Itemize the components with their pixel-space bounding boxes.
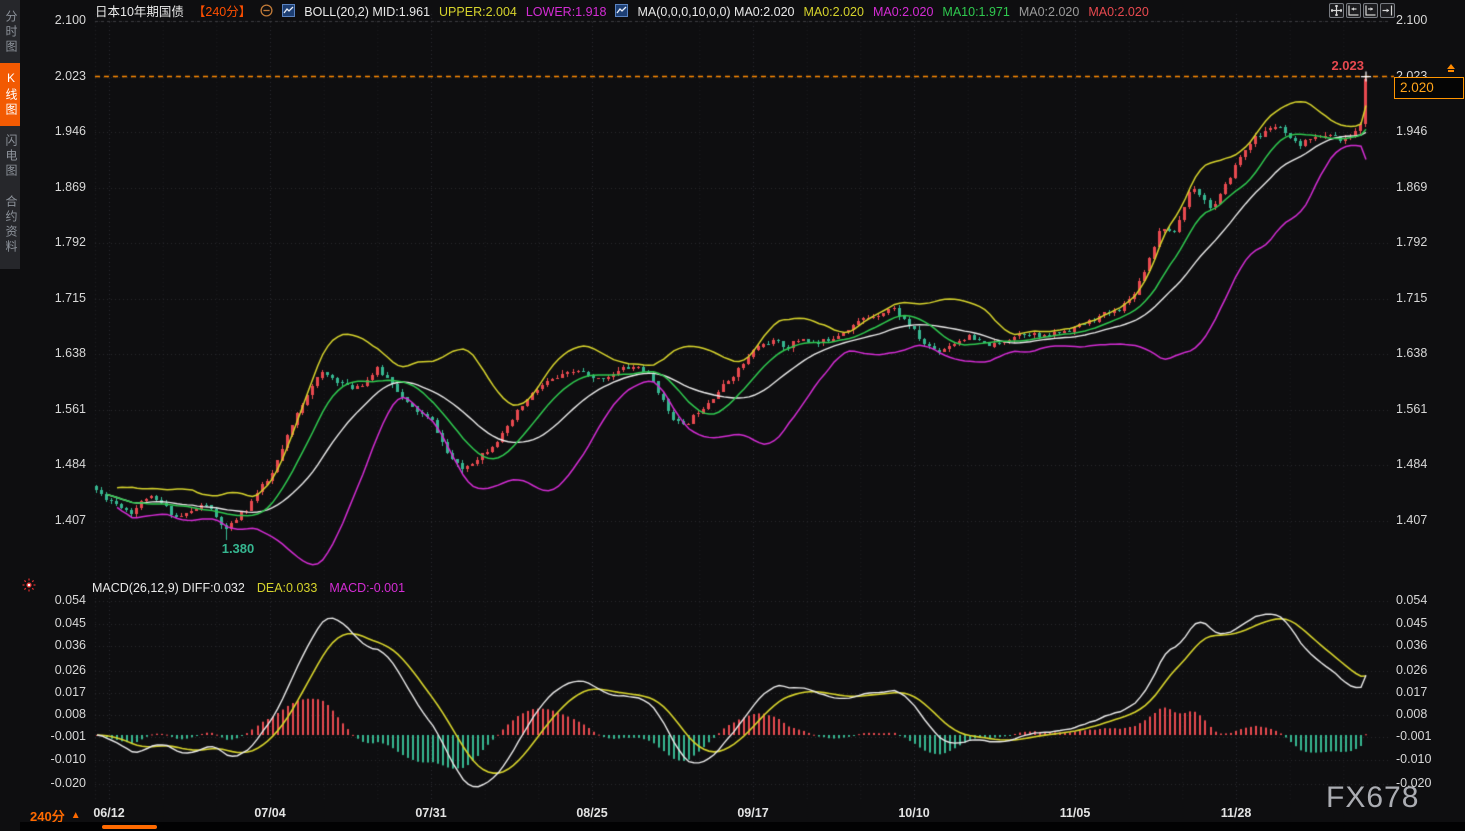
sidebar-item-flash-chart[interactable]: 闪电图 [0,126,20,187]
macd-tick-right: 0.017 [1396,685,1460,699]
macd-indicator-value: MACD(26,12,9) DIFF:0.032 [92,581,245,595]
macd-tick-right: 0.054 [1396,593,1460,607]
macd-indicator-value: DEA:0.033 [257,581,317,595]
price-tick-left: 2.023 [22,69,86,83]
macd-flash-icon [22,578,36,597]
date-tick: 06/12 [74,806,144,820]
macd-tick-left: -0.020 [22,776,86,790]
indicator-header: 日本10年期国债【240分】 BOLL(20,2) MID:1.961 UPPER:… [95,4,1149,20]
price-tick-left: 1.946 [22,124,86,138]
macd-tick-right: -0.010 [1396,752,1460,766]
macd-tick-right: -0.001 [1396,729,1460,743]
price-tick-left: 1.792 [22,235,86,249]
price-tick-right: 2.100 [1396,13,1460,27]
date-tick: 07/31 [396,806,466,820]
sidebar-strip: 分时图K线图闪电图合约资料 [0,0,20,269]
jump-latest-button[interactable] [1380,3,1395,18]
macd-tick-left: 0.036 [22,638,86,652]
indicator-chart-icon [282,4,295,20]
date-tick: 08/25 [557,806,627,820]
scrollbar-thumb[interactable] [102,825,157,829]
price-tick-right: 1.638 [1396,346,1460,360]
indicator-value: BOLL(20,2) MID:1.961 [304,4,430,20]
indicator-value: MA0:2.020 [1088,4,1148,20]
macd-tick-left: 0.017 [22,685,86,699]
price-tick-right: 1.869 [1396,180,1460,194]
sidebar-item-kline-chart[interactable]: K线图 [0,63,20,126]
session-high-label: 2.023 [1302,58,1364,73]
price-tick-left: 1.561 [22,402,86,416]
indicator-value: LOWER:1.918 [526,4,607,20]
price-tick-left: 1.484 [22,457,86,471]
chevron-up-icon: ▲ [71,810,81,821]
macd-tick-right: 0.045 [1396,616,1460,630]
brand-watermark: FX678 [1326,781,1419,815]
price-tick-right: 1.946 [1396,124,1460,138]
price-tick-left: 2.100 [22,13,86,27]
macd-tick-left: 0.026 [22,663,86,677]
move-button[interactable] [1329,3,1344,18]
macd-tick-right: 0.036 [1396,638,1460,652]
pan-right-button[interactable] [1363,3,1378,18]
price-tick-right: 1.715 [1396,291,1460,305]
date-tick: 07/04 [235,806,305,820]
horizontal-scrollbar[interactable] [20,822,1465,831]
sidebar: 分时图K线图闪电图合约资料 [0,0,20,831]
indicator-value: 日本10年期国债 [95,4,184,20]
indicator-value: MA10:1.971 [942,4,1009,20]
indicator-value: MA0:2.020 [873,4,933,20]
sidebar-item-contract-info[interactable]: 合约资料 [0,187,20,263]
session-low-label: 1.380 [206,541,270,556]
indicator-value: MA0:2.020 [803,4,863,20]
macd-indicator-value: MACD:-0.001 [329,581,405,595]
price-tick-left: 1.715 [22,291,86,305]
date-tick: 11/05 [1040,806,1110,820]
sidebar-item-time-chart[interactable]: 分时图 [0,2,20,63]
price-tick-right: 1.561 [1396,402,1460,416]
price-tick-left: 1.869 [22,180,86,194]
price-tick-right: 1.407 [1396,513,1460,527]
indicator-value: MA(0,0,0,10,0,0) MA0:2.020 [637,4,794,20]
macd-tick-left: -0.010 [22,752,86,766]
indicator-value: MA0:2.020 [1019,4,1079,20]
price-tick-right: 1.792 [1396,235,1460,249]
indicator-value: UPPER:2.004 [439,4,517,20]
macd-tick-right: 0.008 [1396,707,1460,721]
macd-header: MACD(26,12,9) DIFF:0.032 DEA:0.033 MACD:-0… [92,581,405,595]
price-tick-left: 1.638 [22,346,86,360]
macd-tick-left: -0.001 [22,729,86,743]
indicator-chart-icon [615,4,628,20]
macd-tick-right: 0.026 [1396,663,1460,677]
pan-left-button[interactable] [1346,3,1361,18]
macd-tick-left: 0.008 [22,707,86,721]
date-tick: 09/17 [718,806,788,820]
interval-settings-icon[interactable] [260,4,273,20]
price-up-arrow-icon [1444,64,1458,82]
price-tick-right: 1.484 [1396,457,1460,471]
macd-tick-left: 0.045 [22,616,86,630]
price-tick-left: 1.407 [22,513,86,527]
chart-toolbar [1329,3,1395,18]
app-root: 分时图K线图闪电图合约资料 日本10年期国债【240分】 BOLL(20,2) M… [0,0,1465,831]
indicator-value: 【240分】 [193,4,251,20]
chart-canvas[interactable] [0,0,1465,831]
date-tick: 10/10 [879,806,949,820]
date-tick: 11/28 [1201,806,1271,820]
